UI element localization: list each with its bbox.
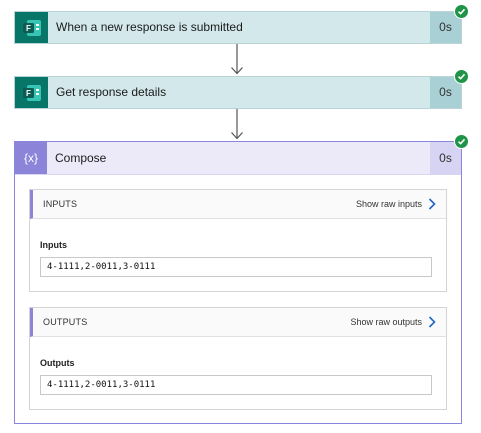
- show-raw-outputs-link[interactable]: Show raw outputs: [350, 308, 436, 336]
- trigger-step-card[interactable]: F When a new response is submitted 0s: [14, 11, 462, 44]
- step-title: Compose: [55, 151, 107, 165]
- success-check-icon: [454, 134, 469, 149]
- svg-text:F: F: [26, 24, 31, 33]
- inputs-section: INPUTS Show raw inputs Inputs 4-1111,2-0…: [29, 189, 447, 292]
- outputs-value-field[interactable]: 4-1111,2-0011,3-0111: [40, 375, 432, 395]
- show-raw-inputs-link[interactable]: Show raw inputs: [356, 190, 436, 218]
- inputs-section-header: INPUTS Show raw inputs: [30, 190, 446, 219]
- outputs-section-header: OUTPUTS Show raw outputs: [30, 308, 446, 337]
- show-raw-label: Show raw outputs: [350, 317, 422, 327]
- field-label: Outputs: [40, 358, 75, 368]
- success-check-icon: [454, 69, 469, 84]
- outputs-section: OUTPUTS Show raw outputs Outputs 4-1111,…: [29, 307, 447, 410]
- step-title: Get response details: [56, 85, 167, 99]
- section-title: OUTPUTS: [43, 317, 88, 327]
- compose-header[interactable]: {x} Compose 0s: [15, 142, 461, 175]
- svg-text:F: F: [26, 89, 31, 98]
- forms-icon: F: [15, 77, 48, 108]
- show-raw-label: Show raw inputs: [355, 199, 422, 209]
- compose-step-card: {x} Compose 0s INPUTS Show raw inputs In…: [14, 141, 462, 424]
- get-response-step-card[interactable]: F Get response details 0s: [14, 76, 462, 109]
- inputs-value-field[interactable]: 4-1111,2-0011,3-0111: [40, 257, 432, 277]
- section-title: INPUTS: [43, 199, 78, 209]
- connector-arrow-icon: [231, 109, 243, 140]
- field-label: Inputs: [40, 240, 67, 250]
- step-title: When a new response is submitted: [56, 20, 243, 34]
- connector-arrow-icon: [231, 44, 243, 75]
- compose-icon: {x}: [15, 142, 47, 174]
- success-check-icon: [454, 4, 469, 19]
- chevron-right-icon: [428, 198, 436, 210]
- chevron-right-icon: [428, 316, 436, 328]
- forms-icon: F: [15, 12, 48, 43]
